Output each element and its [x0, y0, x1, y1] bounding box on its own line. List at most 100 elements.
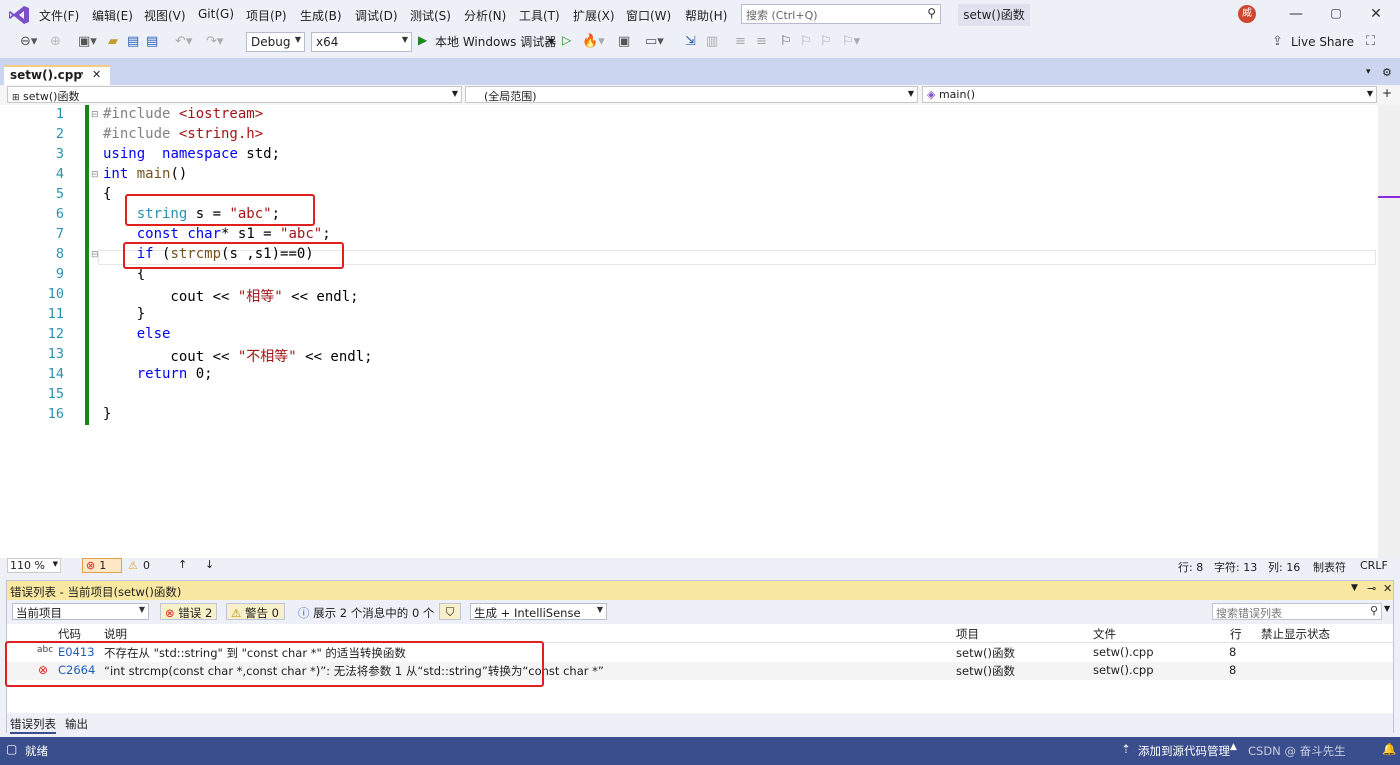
pin-icon[interactable]: ⊸	[76, 69, 84, 79]
new-project-icon[interactable]: ▣▾	[78, 34, 97, 49]
header-description[interactable]: 说明	[104, 626, 127, 642]
config-dropdown[interactable]: Debug ▼	[246, 32, 305, 52]
redo-icon[interactable]: ↷▾	[206, 34, 223, 49]
solution-explorer-icon[interactable]: ▣	[618, 34, 630, 49]
code-line[interactable]: }	[103, 306, 145, 322]
live-share-icon[interactable]: ⇪	[1272, 34, 1283, 49]
next-issue-icon[interactable]: ↓	[205, 558, 214, 571]
open-folder-icon[interactable]: ▰	[108, 34, 118, 49]
tab-output[interactable]: 输出	[65, 716, 88, 732]
collapse-icon[interactable]: ⊟	[91, 110, 99, 120]
comment-icon[interactable]: ≡	[735, 34, 746, 49]
warning-count[interactable]: 0	[143, 559, 150, 572]
menu-build[interactable]: 生成(B)	[300, 7, 342, 24]
settings-icon[interactable]: ⚙	[1382, 66, 1392, 79]
hot-reload-icon[interactable]: 🔥▾	[582, 34, 605, 49]
header-file[interactable]: 文件	[1093, 626, 1116, 642]
clear-bookmarks-icon[interactable]: ⚐▾	[842, 34, 860, 49]
code-line[interactable]: cout << "相等" << endl;	[103, 286, 358, 306]
code-line[interactable]: else	[103, 326, 171, 342]
collapse-icon[interactable]: ⊟	[91, 250, 99, 260]
collapse-icon[interactable]: ⊟	[91, 170, 99, 180]
save-all-icon[interactable]: ▤	[146, 34, 158, 49]
code-line[interactable]: const char* s1 = "abc";	[103, 226, 331, 242]
code-line[interactable]: #include <iostream>	[103, 106, 263, 122]
close-icon[interactable]: ✕	[1366, 6, 1386, 22]
close-tab-icon[interactable]: ✕	[92, 68, 101, 81]
member-dropdown[interactable]: ◈ main() ▼	[922, 86, 1377, 103]
tab-overflow-icon[interactable]: ▾	[1366, 67, 1371, 77]
close-panel-icon[interactable]: ✕	[1383, 582, 1392, 595]
prev-bookmark-icon[interactable]: ⚐	[800, 34, 812, 49]
error-search-input[interactable]: 搜索错误列表 ⚲	[1212, 603, 1382, 620]
add-to-source-control[interactable]: 添加到源代码管理	[1138, 743, 1230, 759]
menu-tools[interactable]: 工具(T)	[519, 7, 560, 24]
menu-test[interactable]: 测试(S)	[410, 7, 451, 24]
menu-git[interactable]: Git(G)	[198, 7, 234, 21]
header-line[interactable]: 行	[1230, 626, 1242, 642]
chevron-up-icon[interactable]: ▲	[1230, 742, 1237, 752]
code-line[interactable]: {	[103, 186, 111, 202]
live-share-button[interactable]: Live Share	[1291, 35, 1354, 49]
project-dropdown[interactable]: ⊞ setw()函数 ▼	[7, 86, 462, 103]
scope-dropdown[interactable]: (全局范围) ▼	[465, 86, 918, 103]
code-line[interactable]: int main()	[103, 166, 187, 182]
header-suppression[interactable]: 禁止显示状态	[1261, 626, 1330, 642]
undo-icon[interactable]: ↶▾	[175, 34, 192, 49]
platform-dropdown[interactable]: x64 ▼	[311, 32, 412, 52]
menu-analyze[interactable]: 分析(N)	[464, 7, 506, 24]
feedback-icon[interactable]: ⛶	[1366, 34, 1375, 49]
forward-icon[interactable]: ⊕	[50, 34, 61, 49]
code-line[interactable]: }	[103, 406, 111, 422]
code-line[interactable]: #include <string.h>	[103, 126, 263, 142]
start-debug-icon[interactable]: ▶	[418, 33, 427, 47]
header-project[interactable]: 项目	[956, 626, 979, 642]
code-line[interactable]: cout << "不相等" << endl;	[103, 346, 372, 366]
menu-view[interactable]: 视图(V)	[144, 7, 186, 24]
chevron-down-icon[interactable]: ▼	[1384, 604, 1390, 613]
code-editor[interactable]	[0, 105, 1400, 558]
header-code[interactable]: 代码	[58, 626, 81, 642]
notification-icon[interactable]: 🔔	[1382, 742, 1396, 756]
vertical-scrollbar[interactable]	[1378, 105, 1400, 558]
indent-mode[interactable]: 制表符	[1313, 559, 1346, 575]
filter-toggle-icon[interactable]: ⛉	[439, 603, 461, 620]
menu-file[interactable]: 文件(F)	[39, 7, 79, 24]
menu-edit[interactable]: 编辑(E)	[92, 7, 133, 24]
prev-issue-icon[interactable]: ↑	[178, 558, 187, 571]
build-filter-dropdown[interactable]: 生成 + IntelliSense ▼	[470, 603, 607, 620]
scope-filter-dropdown[interactable]: 当前项目 ▼	[12, 603, 149, 620]
start-without-debug-icon[interactable]: ▷	[562, 33, 571, 47]
save-icon[interactable]: ▤	[127, 34, 139, 49]
chevron-down-icon[interactable]: ▼	[548, 37, 554, 46]
panel-menu-icon[interactable]: ▼	[1351, 583, 1358, 593]
bookmark-list-icon[interactable]: ▥	[706, 34, 718, 49]
tab-error-list[interactable]: 错误列表	[10, 716, 56, 734]
menu-debug[interactable]: 调试(D)	[355, 7, 398, 24]
code-line[interactable]: using namespace std;	[103, 146, 280, 162]
layout-icon[interactable]: ▭▾	[645, 34, 664, 49]
step-icon[interactable]: ⇲	[685, 34, 696, 49]
avatar[interactable]: 威	[1238, 5, 1256, 23]
split-editor-icon[interactable]: +	[1382, 86, 1392, 100]
minimize-icon[interactable]: —	[1286, 6, 1306, 22]
back-icon[interactable]: ⊖▾	[20, 34, 37, 49]
code-line[interactable]: return 0;	[103, 366, 213, 382]
errors-filter-button[interactable]: ⊗ 错误 2	[160, 603, 217, 620]
zoom-dropdown[interactable]: 110 % ▼	[7, 558, 61, 573]
menu-window[interactable]: 窗口(W)	[626, 7, 671, 24]
maximize-icon[interactable]: ▢	[1326, 6, 1346, 20]
search-box[interactable]: 搜索 (Ctrl+Q) ⚲	[741, 4, 941, 24]
menu-help[interactable]: 帮助(H)	[685, 7, 727, 24]
error-count-indicator[interactable]: ⊗ 1	[82, 558, 122, 573]
menu-extensions[interactable]: 扩展(X)	[573, 7, 615, 24]
next-bookmark-icon[interactable]: ⚐	[820, 34, 832, 49]
bookmark-icon[interactable]: ⚐	[780, 34, 792, 49]
warnings-filter-button[interactable]: ⚠ 警告 0	[226, 603, 285, 620]
line-ending[interactable]: CRLF	[1360, 559, 1388, 572]
messages-filter-button[interactable]: ⓘ 展示 2 个消息中的 0 个	[293, 603, 434, 620]
tab-setw-cpp[interactable]: setw().cpp ⊸ ✕	[4, 65, 110, 85]
uncomment-icon[interactable]: ≡	[756, 34, 767, 49]
start-debug-button[interactable]: 本地 Windows 调试器	[435, 33, 556, 50]
pin-icon[interactable]: ⊸	[1367, 582, 1376, 595]
